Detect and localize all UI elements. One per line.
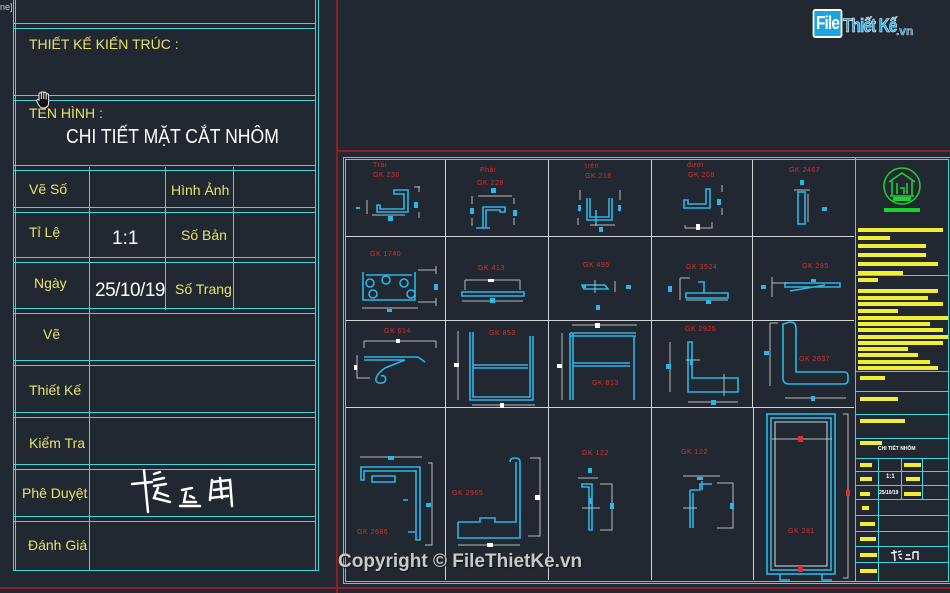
profile-gk853-drawing xyxy=(454,331,535,408)
profile-gk122a-drawing xyxy=(578,468,614,531)
notes-line xyxy=(858,347,908,351)
notes-line xyxy=(858,322,930,326)
notes-line xyxy=(858,289,938,293)
column-line xyxy=(922,458,923,499)
divider xyxy=(856,485,949,486)
notes-line xyxy=(858,278,878,282)
company-info-line xyxy=(858,236,890,240)
profile-gk2637-drawing xyxy=(764,321,849,401)
profile-gk413-drawing xyxy=(461,279,525,303)
company-info-line xyxy=(858,262,938,266)
cell-label xyxy=(906,477,920,481)
notes-line xyxy=(858,296,928,300)
cell-label xyxy=(860,477,872,481)
profile-gk2925-drawing xyxy=(666,341,739,405)
mini-title-column: CHI TIẾT NHÔM 1:1 25/10/19 xyxy=(856,158,949,581)
divider xyxy=(856,531,949,532)
drawing-name-label-line xyxy=(860,441,882,445)
mini-date: 25/10/19 xyxy=(879,490,899,496)
notes-line xyxy=(858,366,938,370)
profile-gk281-drawing xyxy=(766,413,850,581)
profile-gk2686-drawing xyxy=(360,456,433,546)
cell-label xyxy=(860,553,877,557)
divider xyxy=(856,458,949,459)
drawing-name-line xyxy=(860,419,905,423)
divider xyxy=(856,414,949,415)
profile-gk495-drawing xyxy=(580,280,631,310)
divider xyxy=(856,371,949,372)
profile-gk813-drawing xyxy=(557,323,637,400)
cell-label xyxy=(860,522,875,526)
notes-line xyxy=(858,341,943,345)
notes-line xyxy=(858,302,943,306)
cell-label xyxy=(860,463,872,467)
cell-label xyxy=(860,492,870,496)
divider xyxy=(856,515,949,516)
profile-gk122b-drawing xyxy=(683,475,734,529)
notes-line xyxy=(858,328,943,332)
profile-gk285-drawing xyxy=(761,277,841,297)
notes-line xyxy=(858,309,898,313)
profile-gk208-drawing xyxy=(683,185,723,230)
cell-label xyxy=(860,569,877,573)
mini-signature xyxy=(890,549,920,568)
divider xyxy=(856,546,949,547)
divider xyxy=(856,438,949,439)
column-line xyxy=(901,458,902,499)
divider xyxy=(856,499,949,500)
divider xyxy=(856,471,949,472)
company-logo-icon xyxy=(881,166,923,217)
profile-gk230-drawing xyxy=(356,186,420,221)
cell-label xyxy=(860,537,876,541)
cell-label xyxy=(904,492,921,496)
profile-gk218-drawing xyxy=(577,190,621,232)
company-info-line xyxy=(858,228,943,232)
notes-line xyxy=(860,376,885,380)
divider xyxy=(856,391,949,392)
architect-line xyxy=(860,397,898,401)
cell-label xyxy=(862,506,869,510)
profile-gk3524-drawing xyxy=(668,277,729,304)
profile-drawings xyxy=(354,180,850,581)
mini-drawing-name: CHI TIẾT NHÔM xyxy=(878,446,916,452)
profile-gk1740-drawing xyxy=(362,266,438,312)
notes-line xyxy=(858,360,930,364)
profile-gk2965-drawing xyxy=(457,457,541,547)
company-info-line xyxy=(858,244,926,248)
company-info-line xyxy=(858,253,926,257)
copyright-watermark: Copyright © FileThietKe.vn xyxy=(338,551,583,572)
profile-gk228-drawing xyxy=(470,188,517,229)
divider xyxy=(856,275,949,276)
cell-label xyxy=(904,463,921,467)
profile-gk2467-drawing xyxy=(794,180,827,225)
mini-scale: 1:1 xyxy=(886,474,895,480)
notes-line xyxy=(858,353,918,357)
profile-gk614-drawing xyxy=(354,339,437,384)
notes-line xyxy=(858,335,948,339)
notes-line xyxy=(858,316,948,320)
column-line xyxy=(878,458,879,581)
